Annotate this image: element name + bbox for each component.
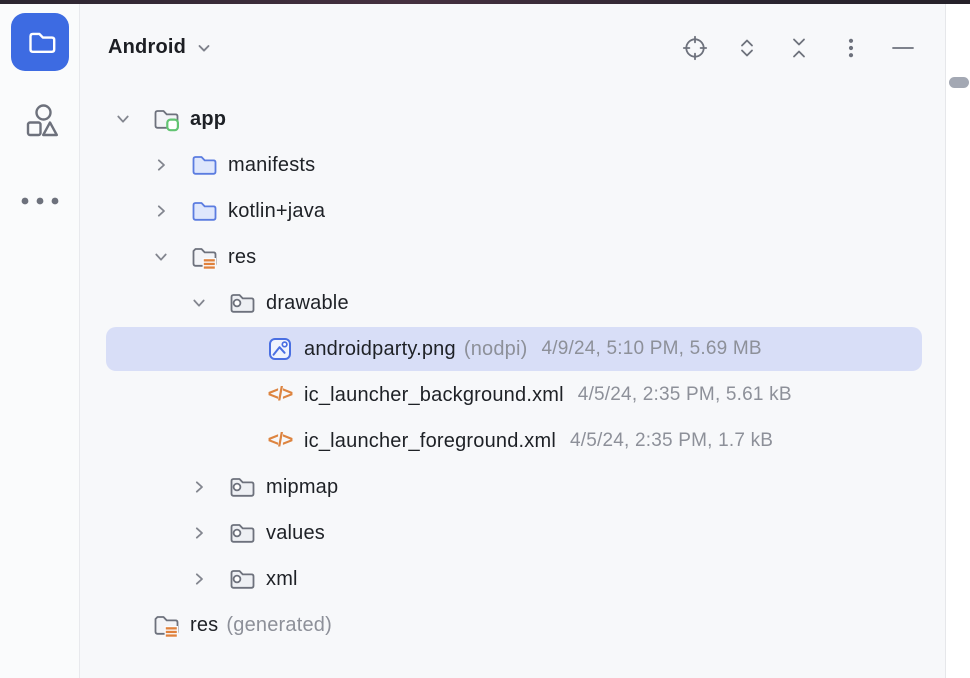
- collapse-all-button[interactable]: [786, 35, 812, 61]
- module-folder-icon: [151, 104, 181, 134]
- tree-row-label: kotlin+java: [228, 199, 326, 222]
- hide-panel-button[interactable]: [890, 35, 916, 61]
- tree-row-label: res: [190, 613, 219, 636]
- tree-row-label: xml: [266, 567, 298, 590]
- minimize-icon: [890, 35, 916, 61]
- tree-row-label: mipmap: [266, 475, 339, 498]
- tree-row-label: ic_launcher_background.xml: [304, 383, 564, 406]
- collapse-all-icon: [786, 35, 812, 61]
- more-tool-windows-button[interactable]: [18, 179, 62, 223]
- image-icon: [265, 334, 295, 364]
- header-actions: [682, 35, 916, 61]
- project-folder-icon: [23, 25, 57, 59]
- tree-row-label: manifests: [228, 153, 316, 176]
- tree-row[interactable]: manifests: [106, 143, 922, 187]
- tree-row[interactable]: mipmap: [106, 465, 922, 509]
- project-view-title: Android: [108, 36, 187, 58]
- tree-row-qualifier: (nodpi): [463, 337, 528, 360]
- expand-all-button[interactable]: [734, 35, 760, 61]
- expand-all-icon: [734, 35, 760, 61]
- more-dots-icon: [18, 195, 62, 207]
- tree-row[interactable]: androidparty.png (nodpi) 4/9/24, 5:10 PM, …: [106, 327, 922, 371]
- chevron-right-icon[interactable]: [187, 521, 211, 545]
- tree-row[interactable]: kotlin+java: [106, 189, 922, 233]
- asset-folder-icon: [227, 518, 257, 548]
- tool-window-header: Android: [81, 4, 945, 91]
- project-view-selector[interactable]: Android: [108, 36, 213, 59]
- chevron-down-icon[interactable]: [187, 291, 211, 315]
- tree-row[interactable]: drawable: [106, 281, 922, 325]
- structure-icon: [20, 101, 60, 141]
- blue-folder-icon: [189, 196, 219, 226]
- scrollbar-track[interactable]: [945, 4, 970, 678]
- tree-row-label: res: [228, 245, 257, 268]
- structure-tool-button[interactable]: [18, 99, 62, 143]
- more-options-button[interactable]: [838, 35, 864, 61]
- chevron-down-icon[interactable]: [149, 245, 173, 269]
- chevron-right-icon[interactable]: [187, 475, 211, 499]
- res-folder-icon: [189, 242, 219, 272]
- project-tree: app manifests kotlin+java res drawable androi…: [81, 95, 945, 649]
- tree-row-metadata: 4/5/24, 2:35 PM, 5.61 kB: [577, 384, 792, 405]
- kebab-icon: [838, 35, 864, 61]
- tree-row[interactable]: values: [106, 511, 922, 555]
- xml-icon: </>: [267, 384, 294, 405]
- project-tool-window: Android app manifests kotlin+java res drawab…: [81, 4, 945, 678]
- tree-row-label: androidparty.png: [304, 337, 456, 360]
- tree-row[interactable]: res: [106, 235, 922, 279]
- chevron-down-icon[interactable]: [111, 107, 135, 131]
- res-folder-icon: [151, 610, 181, 640]
- tree-row[interactable]: app: [106, 97, 922, 141]
- tree-row-label: values: [266, 521, 326, 544]
- scrollbar-thumb[interactable]: [949, 77, 969, 88]
- tree-row-label: drawable: [266, 291, 349, 314]
- tool-window-stripe: [0, 4, 80, 678]
- chevron-right-icon[interactable]: [149, 153, 173, 177]
- project-tool-button[interactable]: [10, 13, 69, 71]
- tree-row-qualifier: (generated): [226, 613, 332, 636]
- asset-folder-icon: [227, 564, 257, 594]
- blue-folder-icon: [189, 150, 219, 180]
- asset-folder-icon: [227, 288, 257, 318]
- tree-row[interactable]: </> ic_launcher_background.xml 4/5/24, 2:3…: [106, 373, 922, 417]
- tree-row-metadata: 4/5/24, 2:35 PM, 1.7 kB: [570, 430, 774, 451]
- tree-row[interactable]: </> ic_launcher_foreground.xml 4/5/24, 2:3…: [106, 419, 922, 463]
- asset-folder-icon: [227, 472, 257, 502]
- tree-row[interactable]: res (generated): [106, 603, 922, 647]
- tree-row-label: app: [190, 107, 227, 130]
- chevron-right-icon[interactable]: [149, 199, 173, 223]
- tree-row[interactable]: xml: [106, 557, 922, 601]
- chevron-right-icon[interactable]: [187, 567, 211, 591]
- tree-row-label: ic_launcher_foreground.xml: [304, 429, 557, 452]
- locate-file-button[interactable]: [682, 35, 708, 61]
- locate-icon: [682, 35, 708, 61]
- chevron-down-icon: [195, 39, 213, 57]
- tree-row-metadata: 4/9/24, 5:10 PM, 5.69 MB: [541, 338, 762, 359]
- xml-icon: </>: [267, 430, 294, 451]
